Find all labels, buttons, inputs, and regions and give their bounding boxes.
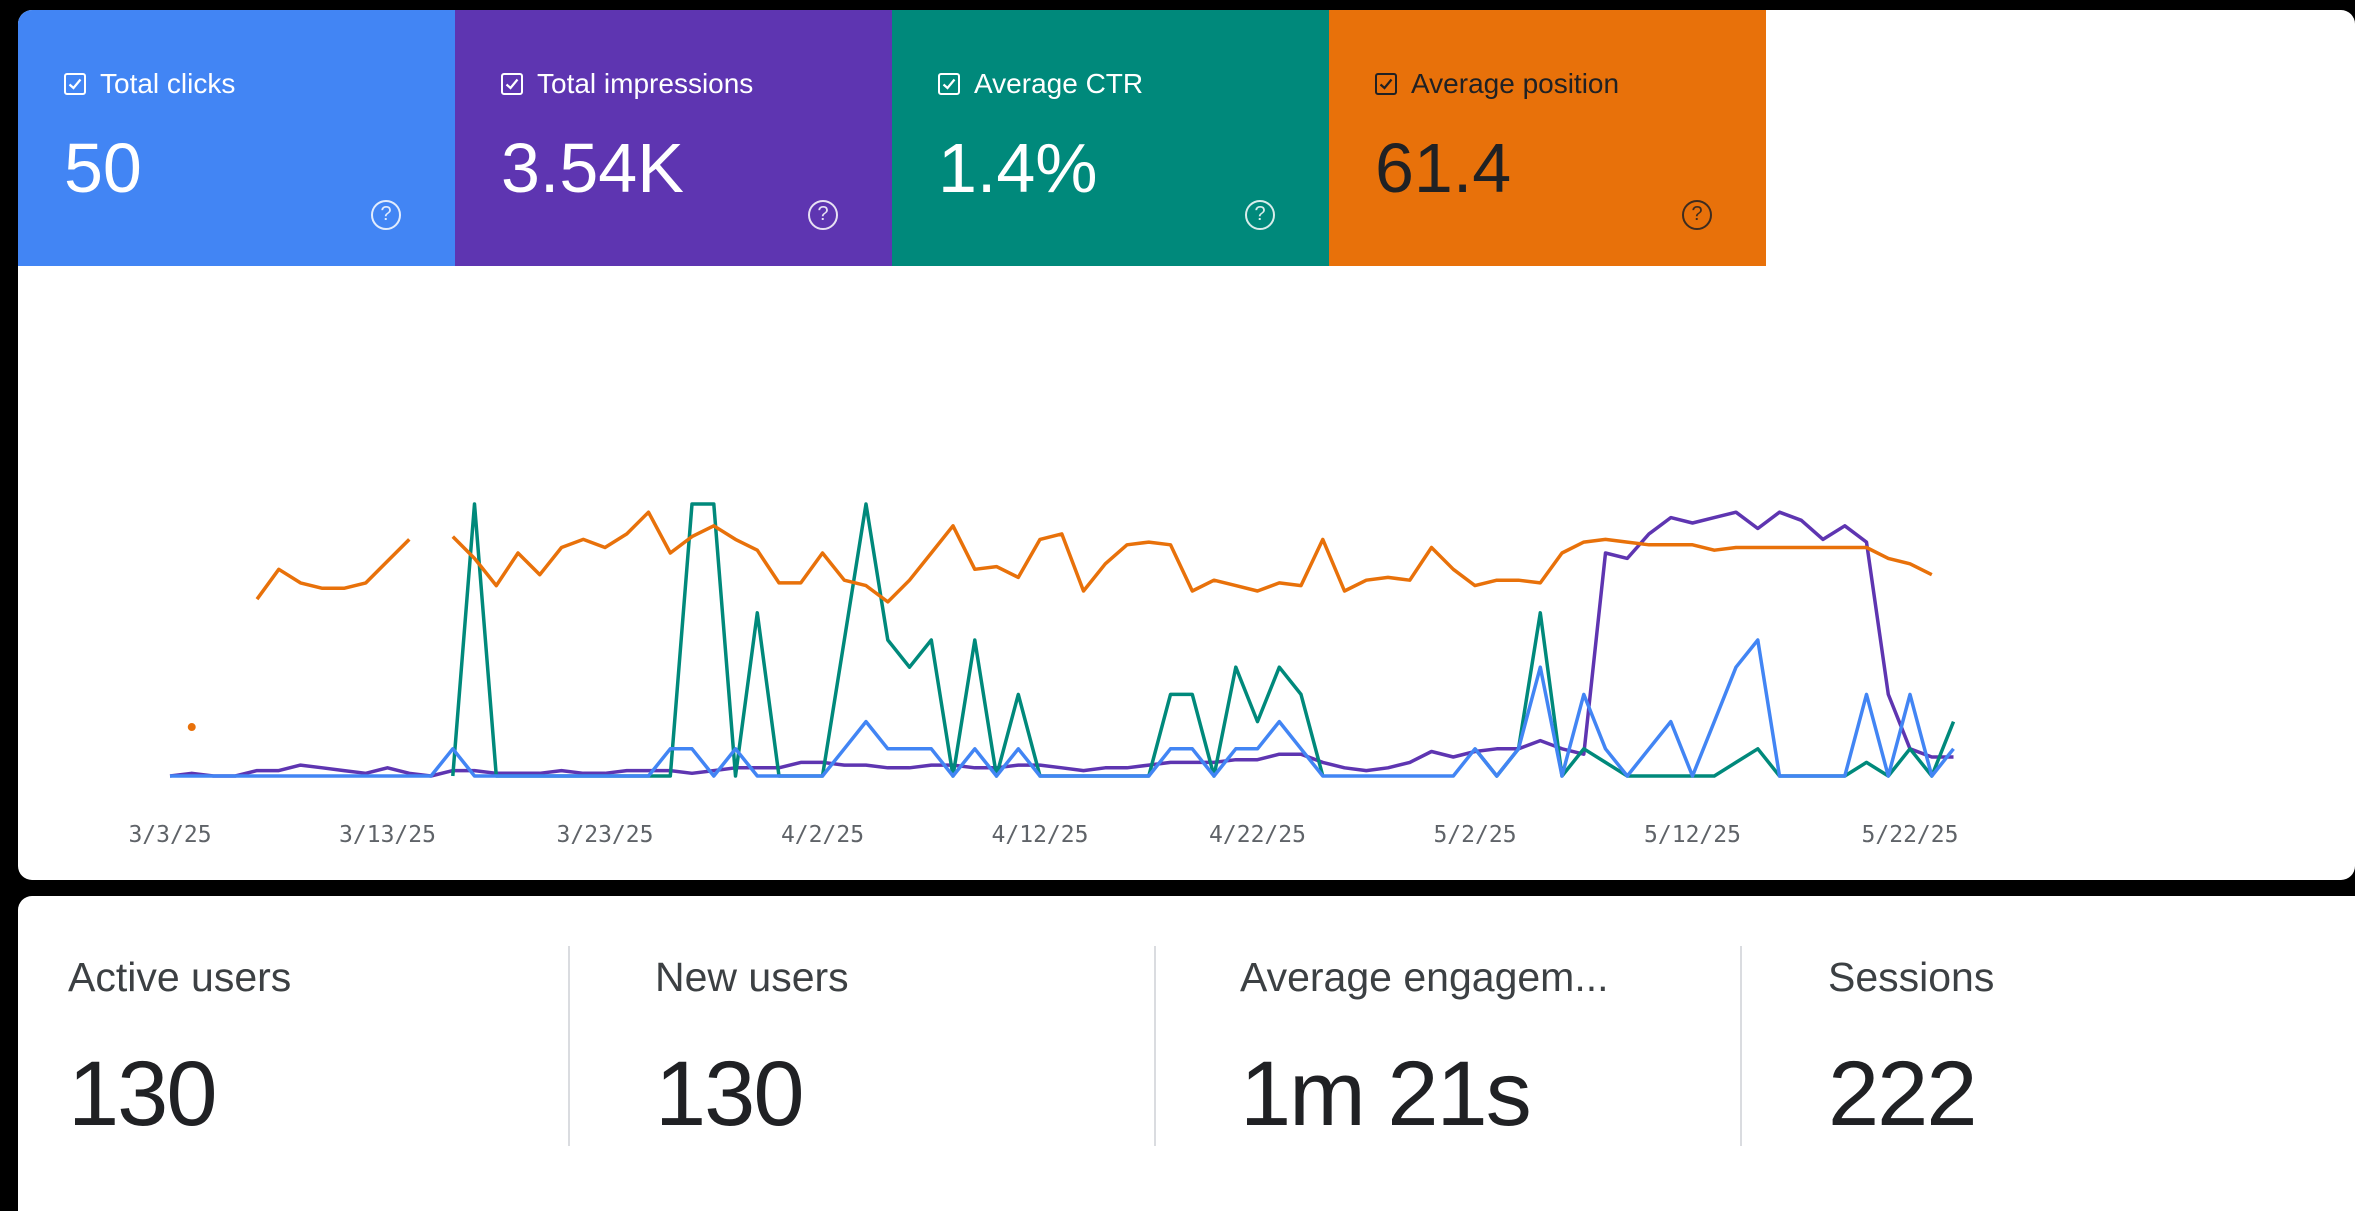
- analytics-summary-panel: Active users 130 New users 130 Average e…: [18, 896, 2355, 1211]
- x-tick-label: 3/13/25: [339, 822, 436, 848]
- metric-label: Active users: [68, 954, 292, 1000]
- checkbox-checked-icon[interactable]: [501, 73, 523, 95]
- card-value: 50: [64, 129, 142, 207]
- divider: [568, 946, 570, 1146]
- card-label: Average CTR: [974, 68, 1144, 99]
- card-average-ctr[interactable]: Average CTR 1.4% ?: [892, 10, 1329, 266]
- series-line-impressions[interactable]: [169, 510, 1954, 778]
- series-line-position[interactable]: [255, 538, 411, 601]
- help-icon[interactable]: ?: [1245, 200, 1275, 230]
- x-tick-label: 5/12/25: [1644, 822, 1741, 848]
- card-label: Total clicks: [100, 68, 236, 99]
- series-line-ctr[interactable]: [451, 502, 1325, 778]
- metric-value: 1m 21s: [1240, 1043, 1532, 1145]
- search-console-performance-panel: Total clicks 50 ? Total impressions 3.54…: [18, 10, 2355, 880]
- x-tick-label: 3/23/25: [557, 822, 654, 848]
- x-tick-label: 3/3/25: [128, 822, 211, 848]
- help-icon[interactable]: ?: [808, 200, 838, 230]
- performance-line-chart: 3/3/25 3/13/25 3/23/25 4/2/25 4/12/25 4/22/25…: [18, 266, 2355, 880]
- metric-label: Average engagem...: [1240, 954, 1609, 1000]
- help-icon[interactable]: ?: [1682, 200, 1712, 230]
- metric-value: 130: [655, 1043, 804, 1145]
- card-value: 61.4: [1375, 129, 1512, 207]
- x-tick-label: 5/2/25: [1433, 822, 1516, 848]
- line-chart-svg: 3/3/25 3/13/25 3/23/25 4/2/25 4/12/25 4/22/25…: [128, 502, 1959, 848]
- checkbox-checked-icon[interactable]: [938, 73, 960, 95]
- series-point-position: [187, 723, 196, 732]
- card-total-clicks[interactable]: Total clicks 50 ?: [18, 10, 455, 266]
- metric-value: 130: [68, 1043, 217, 1145]
- card-value: 1.4%: [938, 129, 1098, 207]
- divider: [1740, 946, 1742, 1146]
- x-tick-label: 5/22/25: [1862, 822, 1959, 848]
- checkbox-checked-icon[interactable]: [1375, 73, 1397, 95]
- card-label: Average position: [1411, 68, 1620, 99]
- checkbox-checked-icon[interactable]: [64, 73, 86, 95]
- metric-label: Sessions: [1828, 954, 1995, 1000]
- x-tick-label: 4/2/25: [781, 822, 864, 848]
- help-icon[interactable]: ?: [371, 200, 401, 230]
- card-average-position[interactable]: Average position 61.4 ?: [1329, 10, 1766, 266]
- metric-label: New users: [655, 954, 849, 1000]
- card-label: Total impressions: [537, 68, 754, 99]
- metric-cards: Total clicks 50 ? Total impressions 3.54…: [18, 10, 1766, 266]
- metric-value: 222: [1828, 1043, 1977, 1145]
- x-tick-label: 4/12/25: [992, 822, 1089, 848]
- series-line-position[interactable]: [451, 510, 1933, 604]
- card-value: 3.54K: [501, 129, 684, 207]
- series-line-clicks[interactable]: [170, 638, 1955, 778]
- x-tick-label: 4/22/25: [1209, 822, 1306, 848]
- divider: [1154, 946, 1156, 1146]
- card-total-impressions[interactable]: Total impressions 3.54K ?: [455, 10, 892, 266]
